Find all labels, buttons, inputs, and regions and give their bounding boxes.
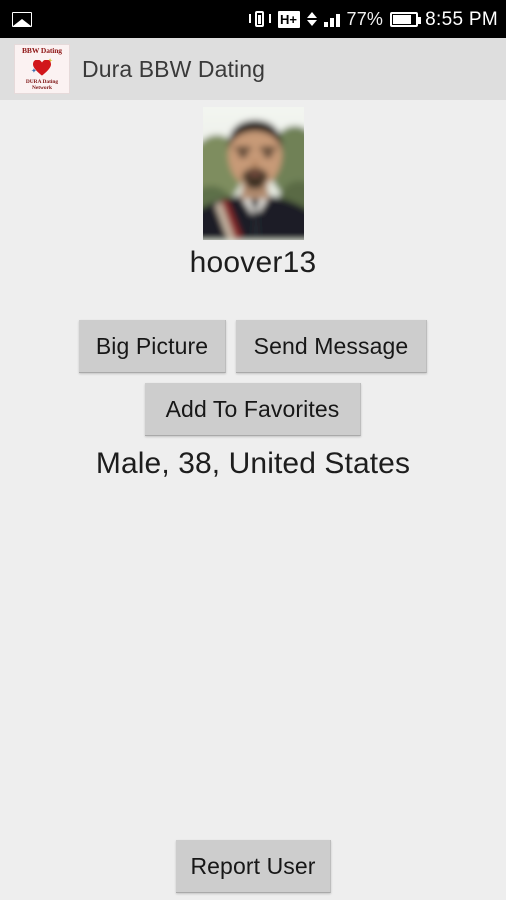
network-type-icon: H+ [277, 10, 300, 28]
send-message-button[interactable]: Send Message [236, 320, 427, 373]
profile-info-line: Male, 38, United States [95, 447, 411, 480]
profile-photo[interactable] [203, 107, 304, 240]
data-transfer-arrows-icon [306, 12, 317, 26]
gallery-icon [12, 11, 32, 27]
status-bar-right: H+ 77% 8:55 PM [248, 8, 499, 30]
vibrate-icon [248, 10, 271, 28]
heart-icon: ✦ ✦ [31, 57, 53, 75]
logo-bottom-line2: Network [31, 84, 53, 91]
page-title: Dura BBW Dating [82, 55, 266, 82]
signal-bars-icon [323, 11, 340, 27]
app-screen: H+ 77% 8:55 PM BBW Dating ✦ ✦ DURA Datin… [0, 0, 506, 900]
big-picture-button[interactable]: Big Picture [79, 320, 226, 373]
app-bar: BBW Dating ✦ ✦ DURA Dating Network Dura … [0, 38, 506, 100]
add-to-favorites-button[interactable]: Add To Favorites [145, 383, 361, 436]
logo-bottom-line1: DURA Dating [25, 78, 59, 85]
status-bar-left [12, 11, 32, 27]
status-bar: H+ 77% 8:55 PM [0, 0, 506, 38]
report-user-button[interactable]: Report User [176, 840, 331, 893]
profile-content: hoover13 Big Picture Send Message Add To… [0, 100, 506, 900]
logo-bottom-text: DURA Dating Network [26, 79, 58, 91]
profile-username: hoover13 [189, 246, 317, 279]
app-logo-icon: BBW Dating ✦ ✦ DURA Dating Network [14, 44, 70, 94]
logo-top-text: BBW Dating [22, 46, 62, 55]
battery-percent-label: 77% [346, 9, 384, 29]
clock-label: 8:55 PM [425, 8, 498, 30]
battery-icon [390, 11, 422, 27]
